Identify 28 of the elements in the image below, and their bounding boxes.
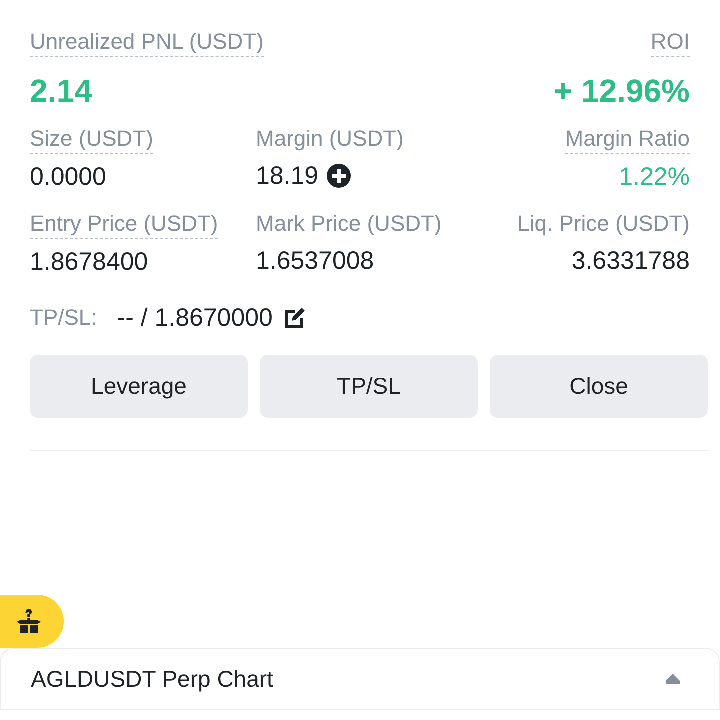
tpsl-label: TP/SL: <box>30 304 98 332</box>
field-value: 1.6537008 <box>256 246 374 277</box>
field-label: Liq. Price (USDT) <box>518 210 690 238</box>
field-value: 2.14 <box>30 72 92 111</box>
field-label: Size (USDT) <box>30 125 154 154</box>
gift-tab[interactable] <box>0 595 64 648</box>
action-button[interactable]: Leverage <box>30 355 248 418</box>
field-value: 1.22% <box>619 162 690 193</box>
action-button[interactable]: TP/SL <box>260 355 478 418</box>
field-label: Margin (USDT) <box>256 125 404 153</box>
field-value: + 12.96% <box>554 72 690 111</box>
field-label: Margin Ratio <box>565 125 690 154</box>
field-value: 0.0000 <box>30 162 106 193</box>
field-label: Unrealized PNL (USDT) <box>30 28 264 57</box>
field-label: Entry Price (USDT) <box>30 210 218 239</box>
add-icon[interactable] <box>326 164 351 188</box>
field-label: Mark Price (USDT) <box>256 210 442 238</box>
field-value: 3.6331788 <box>572 246 690 277</box>
chart-bar[interactable]: AGLDUSDT Perp Chart <box>0 648 720 710</box>
chart-title: AGLDUSDT Perp Chart <box>31 666 274 692</box>
field-value: 1.8678400 <box>30 247 148 278</box>
expand-icon[interactable] <box>665 673 681 685</box>
action-button[interactable]: Close <box>490 355 708 418</box>
tpsl-value: -- / 1.8670000 <box>117 303 273 334</box>
field-value: 18.19 <box>256 161 319 192</box>
gift-icon <box>15 608 43 636</box>
edit-icon[interactable] <box>282 306 307 330</box>
field-label: ROI <box>650 28 690 57</box>
